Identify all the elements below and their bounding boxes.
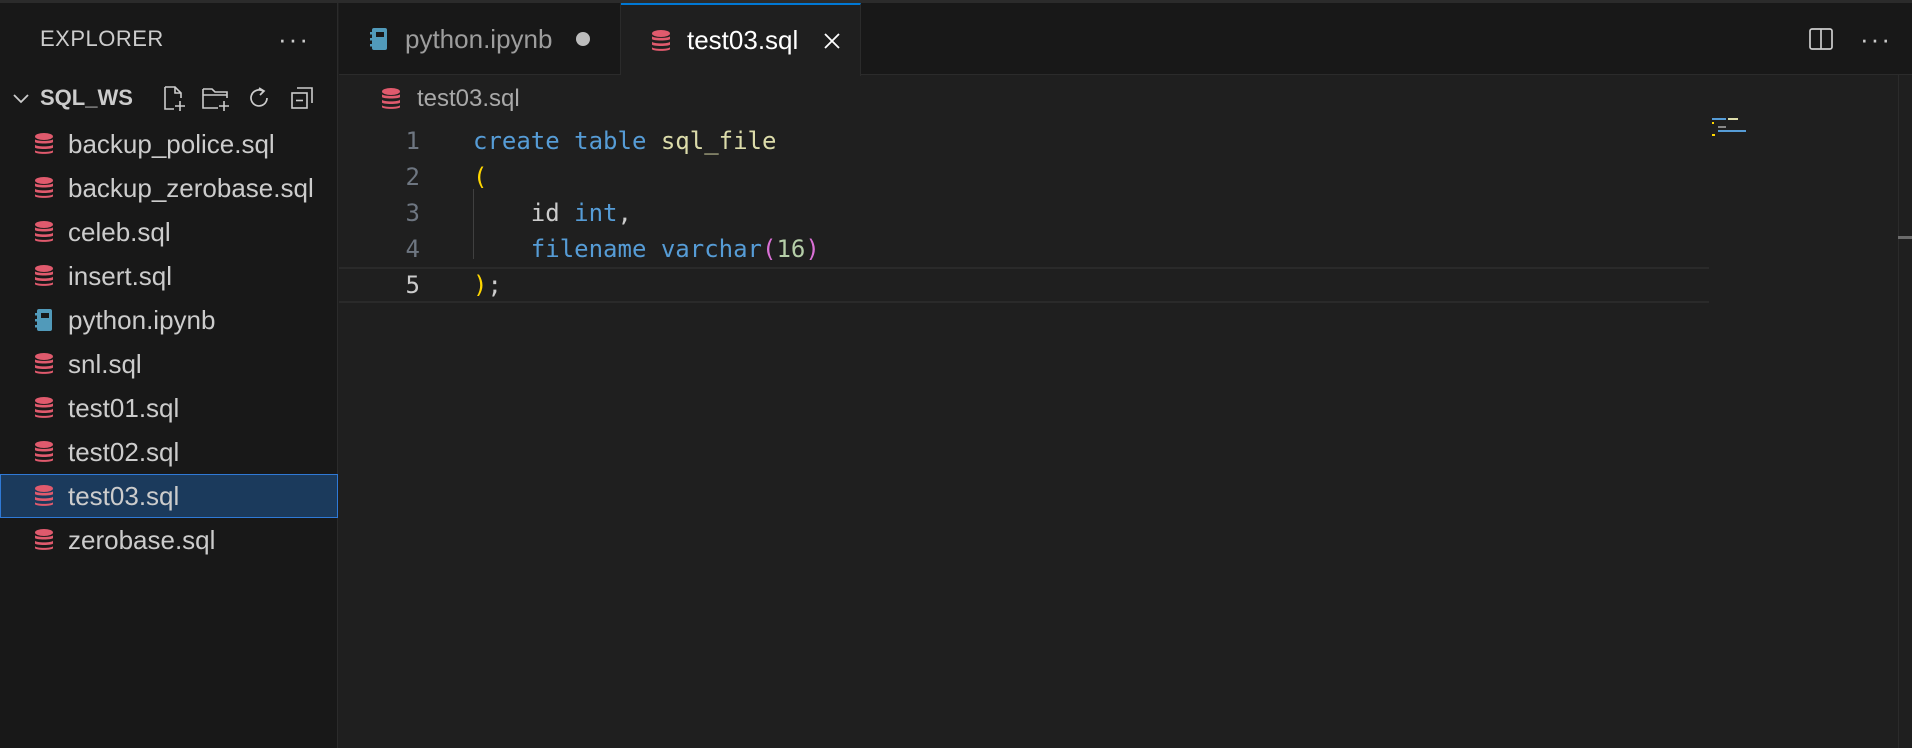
workspace-folder-row[interactable]: SQL_WS — [0, 76, 338, 120]
database-icon — [32, 395, 56, 421]
code-line[interactable]: 1 create table sql_file — [339, 123, 1709, 159]
code-line[interactable]: 4 filename varchar(16) — [339, 231, 1709, 267]
file-item-label: celeb.sql — [68, 216, 171, 247]
code-text: id int, — [530, 199, 632, 227]
file-item-backup-zerobase[interactable]: backup_zerobase.sql — [0, 166, 338, 210]
split-editor-icon[interactable] — [1806, 24, 1836, 54]
file-item-test02[interactable]: test02.sql — [0, 430, 338, 474]
file-item-celeb[interactable]: celeb.sql — [0, 210, 338, 254]
scrollbar-cursor-marker — [1898, 236, 1912, 239]
line-number: 3 — [405, 199, 420, 227]
collapse-all-icon[interactable] — [287, 83, 317, 113]
tab-label: test03.sql — [687, 25, 799, 55]
file-item-label: test01.sql — [68, 392, 180, 423]
file-item-label: test03.sql — [68, 480, 180, 511]
file-item-label: python.ipynb — [68, 304, 216, 335]
tab-label: python.ipynb — [405, 23, 553, 54]
file-item-insert[interactable]: insert.sql — [0, 254, 338, 298]
file-item-snl[interactable]: snl.sql — [0, 342, 338, 386]
chevron-down-icon[interactable] — [10, 87, 32, 109]
workspace-actions — [158, 83, 317, 113]
refresh-icon[interactable] — [244, 83, 274, 113]
explorer-header: EXPLORER ··· — [0, 3, 338, 75]
vscode-window: EXPLORER ··· SQL_WS backup_police.sql ba… — [0, 0, 1912, 748]
database-icon — [32, 527, 56, 553]
notebook-icon — [32, 307, 56, 333]
code-line-current[interactable]: 5 ); — [339, 267, 1709, 303]
notebook-icon — [367, 26, 391, 52]
more-actions-icon[interactable]: ··· — [1860, 24, 1892, 55]
unsaved-dot-icon[interactable] — [576, 32, 591, 46]
explorer-title: EXPLORER — [40, 26, 164, 51]
file-item-label: snl.sql — [68, 348, 142, 379]
new-folder-icon[interactable] — [201, 83, 231, 113]
vertical-scrollbar[interactable] — [1898, 75, 1912, 748]
database-icon — [379, 86, 403, 112]
breadcrumb-file: test03.sql — [417, 85, 520, 112]
file-tree: backup_police.sql backup_zerobase.sql ce… — [0, 122, 338, 562]
breadcrumb[interactable]: test03.sql — [379, 82, 520, 116]
file-item-python-notebook[interactable]: python.ipynb — [0, 298, 338, 342]
file-item-label: zerobase.sql — [68, 524, 216, 555]
code-text: filename varchar(16) — [530, 235, 820, 263]
database-icon — [649, 28, 673, 54]
code-text: ); — [473, 271, 502, 299]
tab-bar: python.ipynb test03.sql ··· — [339, 3, 1912, 76]
file-item-label: backup_police.sql — [68, 128, 275, 159]
close-icon[interactable] — [820, 29, 844, 53]
file-item-backup-police[interactable]: backup_police.sql — [0, 122, 338, 166]
file-item-test01[interactable]: test01.sql — [0, 386, 338, 430]
tab-test03-sql[interactable]: test03.sql — [621, 3, 861, 76]
file-item-label: insert.sql — [68, 260, 173, 291]
editor-area: python.ipynb test03.sql ··· test03.sql 1 — [339, 3, 1912, 748]
explorer-sidebar: EXPLORER ··· SQL_WS backup_police.sql ba… — [0, 3, 338, 748]
file-item-zerobase[interactable]: zerobase.sql — [0, 518, 338, 562]
line-number: 5 — [405, 271, 420, 299]
file-item-label: test02.sql — [68, 436, 180, 467]
database-icon — [32, 175, 56, 201]
database-icon — [32, 219, 56, 245]
database-icon — [32, 483, 56, 509]
database-icon — [32, 131, 56, 157]
code-text: ( — [473, 163, 488, 191]
editor-actions: ··· — [1806, 3, 1892, 75]
minimap[interactable] — [1712, 118, 1772, 148]
code-line[interactable]: 2 ( — [339, 159, 1709, 195]
line-number: 1 — [405, 127, 420, 155]
database-icon — [32, 263, 56, 289]
line-number: 2 — [405, 163, 420, 191]
workspace-name: SQL_WS — [40, 85, 133, 110]
code-line[interactable]: 3 id int, — [339, 195, 1709, 231]
file-item-label: backup_zerobase.sql — [68, 172, 314, 203]
line-number: 4 — [405, 235, 420, 263]
database-icon — [32, 439, 56, 465]
code-text: create table sql_file — [473, 127, 777, 155]
file-item-test03[interactable]: test03.sql — [0, 474, 338, 518]
new-file-icon[interactable] — [158, 83, 188, 113]
tab-python-notebook[interactable]: python.ipynb — [339, 3, 621, 75]
code-editor[interactable]: 1 create table sql_file 2 ( 3 id int, 4 … — [339, 123, 1709, 303]
explorer-more-icon[interactable]: ··· — [278, 26, 310, 52]
database-icon — [32, 351, 56, 377]
indent-guide — [473, 189, 474, 259]
